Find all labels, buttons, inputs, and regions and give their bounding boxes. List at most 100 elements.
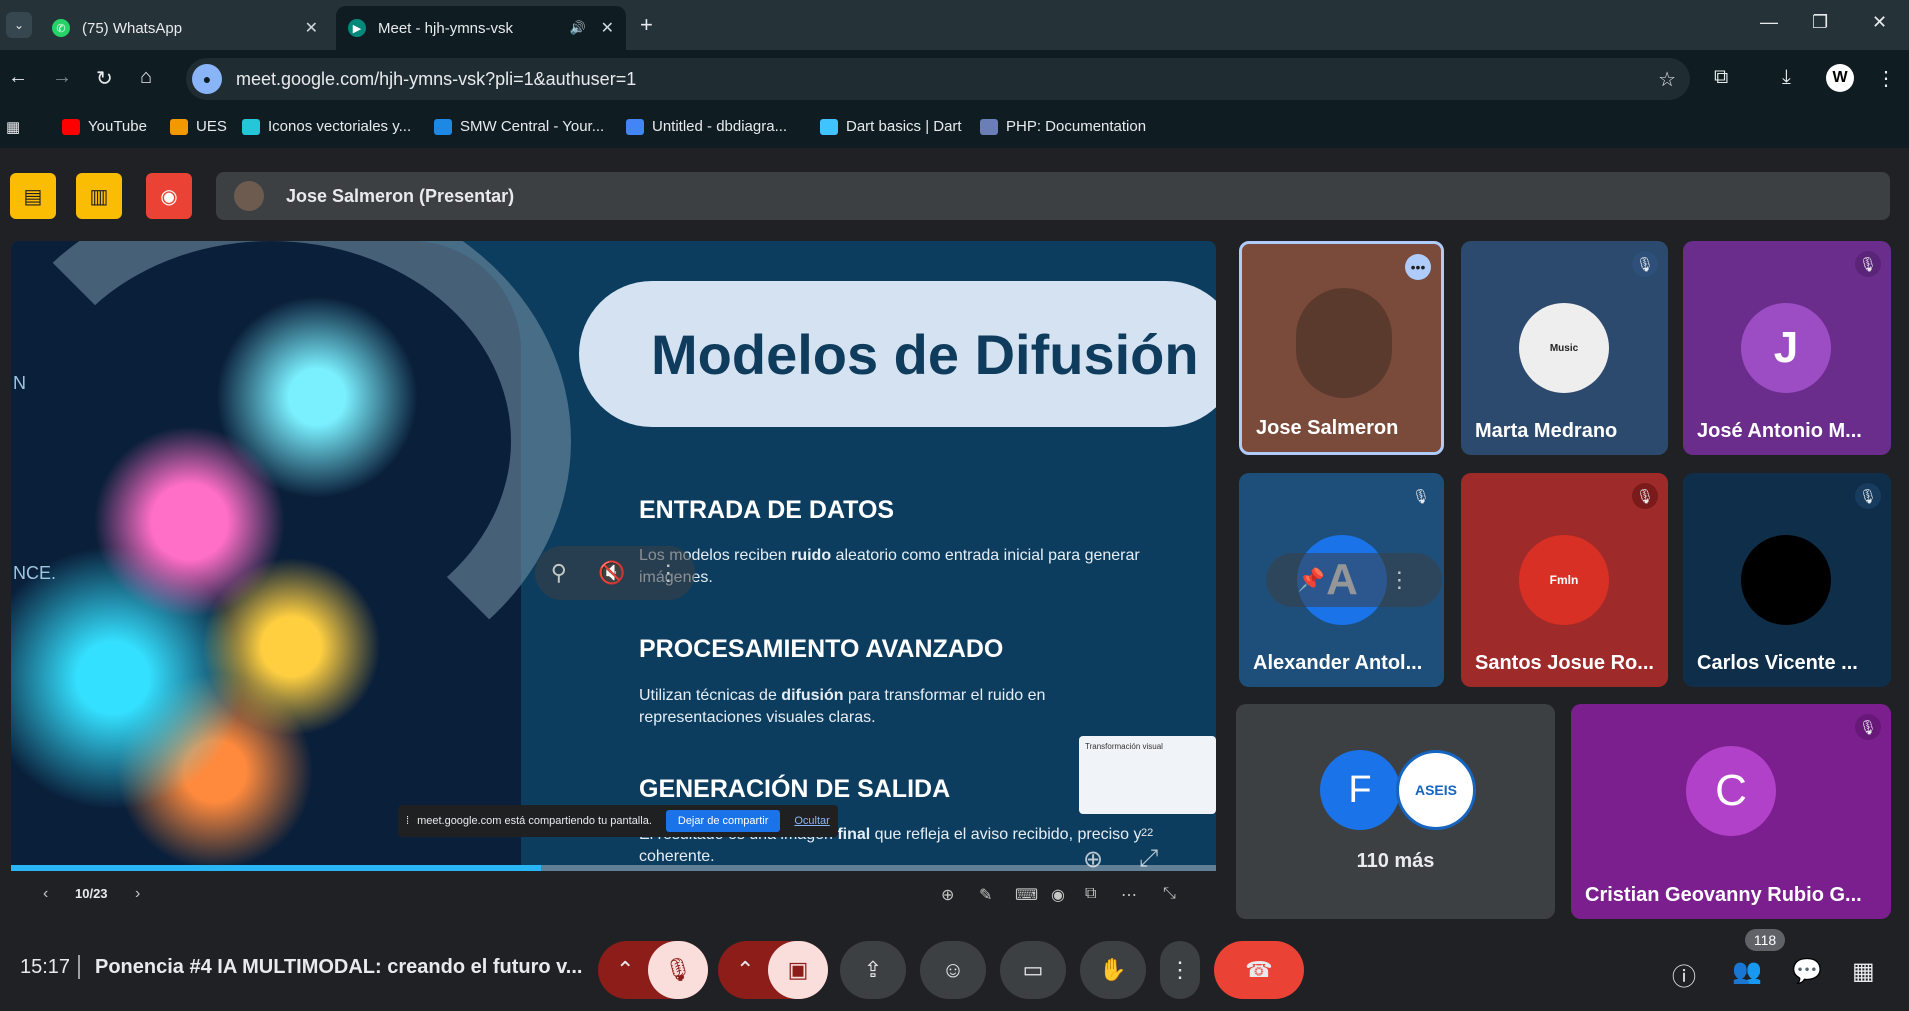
tab-whatsapp[interactable]: ✆ (75) WhatsApp ✕ bbox=[40, 6, 330, 50]
participant-tile[interactable]: 🎙 Carlos Vicente ... bbox=[1683, 473, 1891, 687]
participant-initial: F bbox=[1320, 750, 1400, 830]
emoji-button[interactable]: ☺ bbox=[920, 941, 986, 999]
bookmark-dart[interactable]: Dart basics | Dart bbox=[820, 118, 962, 135]
activities-icon[interactable]: ▦ bbox=[1852, 957, 1875, 986]
presentation-stage[interactable]: N NCE. Modelos de Difusión ENTRADA DE DA… bbox=[11, 241, 1216, 919]
forward-icon[interactable]: → bbox=[52, 66, 72, 89]
profile-avatar[interactable]: W bbox=[1826, 64, 1854, 92]
body-bold: final bbox=[837, 826, 871, 843]
tile-more-icon[interactable]: ⋮ bbox=[1388, 567, 1410, 593]
bookmark-php[interactable]: PHP: Documentation bbox=[980, 118, 1146, 135]
bookmark-dbdiagram[interactable]: Untitled - dbdiagra... bbox=[626, 118, 787, 135]
back-icon[interactable]: ← bbox=[8, 66, 28, 89]
downloads-icon[interactable]: ⤓ bbox=[1782, 66, 1791, 89]
exit-fullscreen-icon[interactable]: ⤡ bbox=[1163, 885, 1176, 903]
stage-hover-controls: ⚲ 🔇 ⋮ bbox=[535, 546, 695, 600]
meeting-time: 15:17 bbox=[20, 956, 71, 978]
meeting-controls-bar: 15:17 Ponencia #4 IA MULTIMODAL: creando… bbox=[0, 925, 1909, 1011]
browser-tab-bar: ⌄ ✆ (75) WhatsApp ✕ ▶ Meet - hjh-ymns-vs… bbox=[0, 0, 1909, 50]
next-slide-icon[interactable]: › bbox=[135, 885, 140, 903]
apps-grid-icon[interactable]: ▦ bbox=[6, 118, 20, 136]
meeting-info-icon[interactable]: ⓘ bbox=[1672, 957, 1696, 992]
mic-site-icon[interactable]: ● bbox=[192, 64, 222, 94]
chat-icon[interactable]: 💬 bbox=[1792, 957, 1822, 986]
tab-meet[interactable]: ▶ Meet - hjh-ymns-vsk 🔊 ✕ bbox=[336, 6, 626, 50]
bookmarks-bar: ▦ YouTube UES Iconos vectoriales y... SM… bbox=[0, 108, 1909, 148]
close-tab-icon[interactable]: ✕ bbox=[305, 18, 318, 38]
bookmark-youtube[interactable]: YouTube bbox=[62, 118, 147, 135]
participant-tile[interactable]: ••• Jose Salmeron bbox=[1239, 241, 1444, 455]
prev-slide-icon[interactable]: ‹ bbox=[43, 885, 48, 903]
keyboard-icon[interactable]: ⌨ bbox=[1015, 885, 1038, 905]
vector-icon bbox=[242, 118, 260, 135]
body-bold: ruido bbox=[791, 547, 832, 564]
slide-title: Modelos de Difusión bbox=[651, 322, 1199, 386]
participant-tile[interactable]: C 🎙 Cristian Geovanny Rubio G... bbox=[1571, 704, 1891, 919]
tile-hover-controls: 📌 ⋮ bbox=[1266, 553, 1442, 607]
participant-tile[interactable]: Music 🎙 Marta Medrano bbox=[1461, 241, 1668, 455]
drag-handle-icon[interactable]: ⁞ bbox=[406, 815, 409, 827]
bookmark-smw[interactable]: SMW Central - Your... bbox=[434, 118, 604, 135]
leave-call-button[interactable]: ☎ bbox=[1214, 941, 1304, 999]
annotate-icon[interactable]: ✎ bbox=[979, 885, 992, 905]
extensions-icon[interactable]: ⧉ bbox=[1714, 66, 1728, 89]
recording-icon[interactable]: ◉ bbox=[146, 173, 192, 219]
camera-off-button[interactable]: ▣ bbox=[768, 941, 828, 999]
screens-icon[interactable]: ⧉ bbox=[1085, 885, 1096, 903]
mic-off-icon: 🎙 bbox=[1408, 483, 1434, 509]
more-icon[interactable]: ⋯ bbox=[1121, 885, 1137, 905]
home-icon[interactable]: ⌂ bbox=[140, 66, 152, 89]
breakout-icon[interactable]: ▥ bbox=[76, 173, 122, 219]
participant-tile[interactable]: Fmln 🎙 Santos Josue Ro... bbox=[1461, 473, 1668, 687]
close-window-button[interactable]: ✕ bbox=[1872, 12, 1887, 33]
captions-off-icon[interactable]: ▤ bbox=[10, 173, 56, 219]
tab-search-dropdown[interactable]: ⌄ bbox=[6, 12, 32, 38]
mic-off-icon: 🎙 bbox=[1632, 251, 1658, 277]
php-icon bbox=[980, 118, 998, 135]
minimize-button[interactable]: — bbox=[1760, 12, 1778, 33]
presenter-bar[interactable]: Jose Salmeron (Presentar) bbox=[216, 172, 1890, 220]
mic-off-icon: 🎙 bbox=[1855, 483, 1881, 509]
body-text: Utilizan técnicas de bbox=[639, 687, 782, 704]
present-screen-button[interactable]: ⇪ bbox=[840, 941, 906, 999]
close-tab-icon[interactable]: ✕ bbox=[601, 18, 614, 38]
hide-link[interactable]: Ocultar bbox=[794, 815, 829, 827]
audio-playing-icon[interactable]: 🔊 bbox=[570, 20, 586, 36]
captions-button[interactable]: ▭ bbox=[1000, 941, 1066, 999]
bookmark-label: YouTube bbox=[88, 118, 147, 135]
participant-name: Carlos Vicente ... bbox=[1697, 652, 1858, 674]
share-notice-text: meet.google.com está compartiendo tu pan… bbox=[417, 815, 652, 827]
more-options-button[interactable]: ⋮ bbox=[1160, 941, 1200, 999]
raise-hand-button[interactable]: ✋ bbox=[1080, 941, 1146, 999]
browser-menu-icon[interactable]: ⋮ bbox=[1876, 66, 1896, 91]
broadcast-icon[interactable]: ◉ bbox=[1051, 885, 1065, 905]
participant-tile[interactable]: J 🎙 José Antonio M... bbox=[1683, 241, 1891, 455]
mic-off-button[interactable]: 🎙 bbox=[648, 941, 708, 999]
tab-title: (75) WhatsApp bbox=[82, 19, 183, 37]
more-options-icon[interactable]: ⋮ bbox=[657, 560, 679, 586]
more-participants-tile[interactable]: F ASEIS 110 más bbox=[1236, 704, 1555, 919]
pin-icon[interactable]: 📌 bbox=[1298, 567, 1325, 593]
share-notification: ⁞ meet.google.com está compartiendo tu p… bbox=[398, 805, 838, 837]
new-tab-button[interactable]: + bbox=[640, 12, 653, 38]
aseis-logo: ASEIS bbox=[1396, 750, 1476, 830]
unpin-icon[interactable]: ⚲ bbox=[551, 560, 567, 586]
stop-sharing-button[interactable]: Dejar de compartir bbox=[665, 810, 781, 832]
more-options-icon[interactable]: ••• bbox=[1405, 254, 1431, 280]
bookmark-iconos[interactable]: Iconos vectoriales y... bbox=[242, 118, 411, 135]
zoom-icon[interactable]: ⊕ bbox=[941, 885, 954, 905]
bookmark-label: Untitled - dbdiagra... bbox=[652, 118, 788, 135]
address-bar[interactable]: ● meet.google.com/hjh-ymns-vsk?pli=1&aut… bbox=[186, 58, 1690, 100]
restore-button[interactable]: ❐ bbox=[1812, 12, 1828, 33]
next-slide-thumbnail[interactable]: Transformación visual bbox=[1079, 736, 1216, 814]
bookmark-ues[interactable]: UES bbox=[170, 118, 227, 135]
participant-name: Santos Josue Ro... bbox=[1475, 652, 1654, 674]
people-icon[interactable]: 👥 bbox=[1732, 957, 1762, 986]
bookmark-star-icon[interactable]: ☆ bbox=[1658, 67, 1676, 92]
mic-off-icon: 🎙 bbox=[1855, 714, 1881, 740]
participant-name: Alexander Antol... bbox=[1253, 652, 1423, 674]
presenter-label: Jose Salmeron (Presentar) bbox=[286, 185, 515, 206]
mute-off-icon[interactable]: 🔇 bbox=[598, 560, 625, 586]
reload-icon[interactable]: ↻ bbox=[96, 66, 113, 91]
meet-icon: ▶ bbox=[348, 19, 366, 37]
